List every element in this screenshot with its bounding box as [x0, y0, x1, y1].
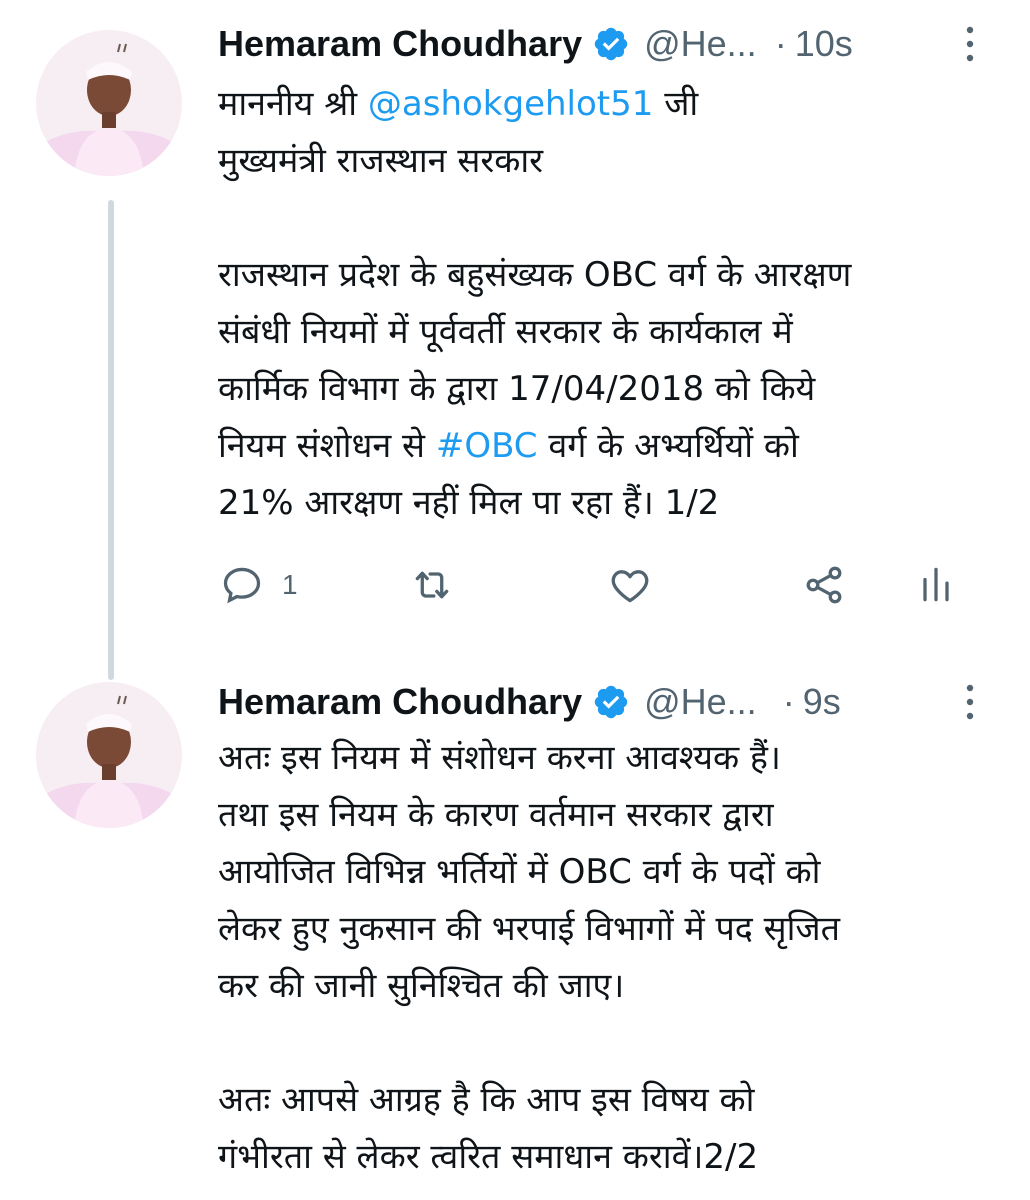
tweet-2[interactable]: Hemaram Choudhary @He... · 9s अतः इस निय…: [0, 660, 1030, 1200]
analytics-button[interactable]: [914, 558, 958, 612]
hashtag-link[interactable]: #OBC: [436, 426, 538, 466]
author-name[interactable]: Hemaram Choudhary: [218, 681, 582, 723]
avatar[interactable]: [36, 30, 182, 176]
verified-badge-icon: [592, 683, 630, 721]
tweet-header: Hemaram Choudhary @He... · 9s: [218, 672, 980, 732]
analytics-icon: [923, 567, 949, 602]
tweet-line: नियम संशोधन से #OBC वर्ग के अभ्यर्थियों …: [218, 418, 1004, 475]
share-icon: [806, 566, 842, 604]
reply-count: 1: [282, 569, 298, 600]
tweet-text: अतः इस नियम में संशोधन करना आवश्यक हैं। …: [218, 730, 1004, 1186]
author-handle[interactable]: @He...: [644, 23, 757, 65]
separator-dot: ·: [782, 681, 795, 722]
author-name[interactable]: Hemaram Choudhary: [218, 23, 582, 65]
tweet-line: अतः इस नियम में संशोधन करना आवश्यक हैं।: [218, 738, 781, 778]
tweet-1[interactable]: Hemaram Choudhary @He... · 10s माननीय श्…: [0, 0, 1030, 660]
tweet-text-segment: नियम संशोधन से: [218, 426, 436, 466]
avatar[interactable]: [36, 682, 182, 828]
tweet-line: गंभीरता से लेकर त्वरित समाधान करावें।2/2: [218, 1137, 759, 1177]
tweet-line: मुख्यमंत्री राजस्थान सरकार: [218, 141, 544, 181]
more-options-icon[interactable]: [960, 682, 980, 722]
more-options-icon[interactable]: [960, 24, 980, 64]
author-handle[interactable]: @He...: [644, 681, 757, 723]
tweet-line: लेकर हुए नुकसान की भरपाई विभागों में पद …: [218, 909, 841, 949]
retweet-icon: [415, 571, 449, 599]
like-button[interactable]: [608, 558, 652, 612]
tweet-line: कर की जानी सुनिश्चित की जाए।: [218, 966, 625, 1006]
retweet-button[interactable]: [410, 558, 454, 612]
tweet-actions: 1: [210, 558, 980, 618]
heart-icon: [611, 570, 649, 603]
timestamp[interactable]: 10s: [795, 23, 853, 65]
tweet-line: तथा इस नियम के कारण वर्तमान सरकार द्वारा: [218, 795, 774, 835]
tweet-line: राजस्थान प्रदेश के बहुसंख्यक OBC वर्ग के…: [218, 255, 852, 295]
share-button[interactable]: [802, 558, 846, 612]
mention-link[interactable]: @ashokgehlot51: [368, 84, 653, 124]
timestamp[interactable]: 9s: [803, 681, 841, 723]
tweet-line: आयोजित विभिन्न भर्तियों में OBC वर्ग के …: [218, 852, 821, 892]
tweet-line: कार्मिक विभाग के द्वारा 17/04/2018 को कि…: [218, 369, 816, 409]
tweet-line: 21% आरक्षण नहीं मिल पा रहा हैं। 1/2: [218, 483, 720, 523]
tweet-line: संबंधी नियमों में पूर्ववर्ती सरकार के का…: [218, 312, 793, 352]
verified-badge-icon: [592, 25, 630, 63]
tweet-header: Hemaram Choudhary @He... · 10s: [218, 14, 980, 74]
tweet-text-segment: जी: [653, 84, 699, 124]
tweet-text-segment: माननीय श्री: [218, 84, 368, 124]
tweet-text: माननीय श्री @ashokgehlot51 जी मुख्यमंत्र…: [218, 76, 1004, 532]
tweet-line: माननीय श्री @ashokgehlot51 जी: [218, 76, 1004, 133]
reply-button[interactable]: 1: [220, 558, 298, 612]
tweet-line: अतः आपसे आग्रह है कि आप इस विषय को: [218, 1080, 755, 1120]
tweet-text-segment: वर्ग के अभ्यर्थियों को: [537, 426, 799, 466]
comment-icon: [223, 567, 261, 604]
separator-dot: ·: [774, 23, 787, 64]
